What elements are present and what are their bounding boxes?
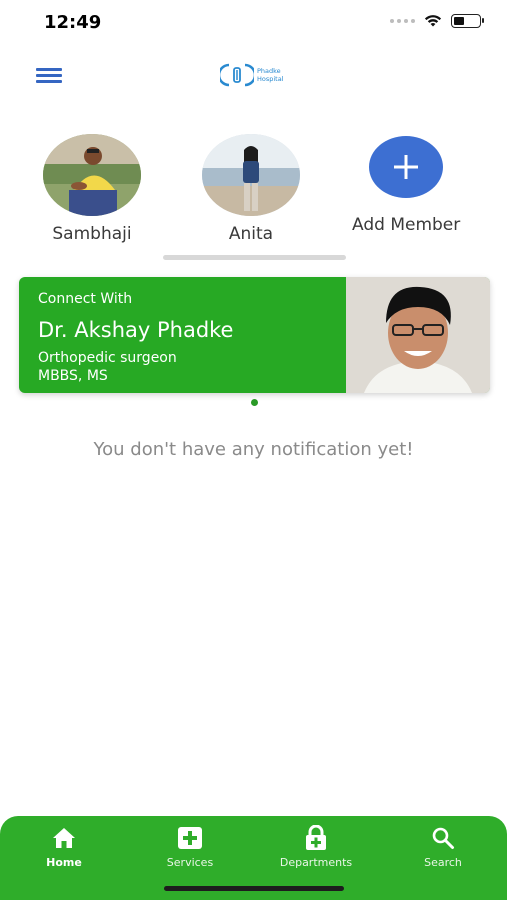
battery-icon	[451, 14, 484, 28]
doctor-card[interactable]: Connect With Dr. Akshay Phadke Orthopedi…	[19, 277, 490, 393]
logo-text-line2: Hospital	[257, 75, 284, 83]
search-icon	[432, 827, 454, 849]
doctor-degree: MBBS, MS	[38, 368, 108, 384]
signal-icon	[390, 19, 415, 23]
member-anita[interactable]: Anita	[202, 134, 300, 244]
menu-button[interactable]	[36, 66, 64, 84]
members-scroll-indicator	[163, 255, 346, 260]
connect-label: Connect With	[38, 291, 133, 307]
doctor-title: Orthopedic surgeon	[38, 350, 177, 366]
tab-label: Search	[424, 856, 462, 869]
add-member-button[interactable]: Add Member	[352, 136, 460, 235]
home-indicator	[164, 886, 344, 891]
doctor-name: Dr. Akshay Phadke	[38, 318, 234, 342]
tab-label: Departments	[279, 856, 353, 869]
status-bar: 12:49	[0, 0, 507, 46]
tab-label: Home	[46, 856, 82, 869]
status-time: 12:49	[44, 12, 102, 33]
tab-departments[interactable]: Departments	[266, 824, 366, 869]
wifi-icon	[424, 15, 442, 27]
member-name: Sambhaji	[52, 224, 132, 244]
member-sambhaji[interactable]: Sambhaji	[43, 134, 141, 244]
tab-label: Services	[166, 856, 214, 869]
plus-icon	[394, 155, 419, 179]
logo-text-line1: Phadke	[257, 67, 281, 75]
doctor-photo	[346, 277, 490, 393]
logo-emblem-icon	[220, 63, 254, 87]
hospital-logo: Phadke Hospital	[220, 60, 290, 90]
tab-home[interactable]: Home	[14, 824, 114, 869]
add-member-label: Add Member	[352, 215, 461, 235]
home-icon	[53, 828, 75, 848]
tab-search[interactable]: Search	[393, 824, 493, 869]
status-icons	[390, 14, 484, 28]
member-name: Anita	[228, 224, 274, 244]
avatar[interactable]	[43, 134, 141, 216]
add-member-circle[interactable]	[369, 136, 444, 198]
tab-services[interactable]: Services	[140, 824, 240, 869]
medical-plus-icon	[178, 827, 202, 849]
empty-notification-message: You don't have any notification yet!	[93, 439, 414, 460]
avatar[interactable]	[202, 134, 300, 216]
carousel-dot[interactable]	[251, 399, 258, 406]
medical-lock-icon	[306, 825, 326, 850]
